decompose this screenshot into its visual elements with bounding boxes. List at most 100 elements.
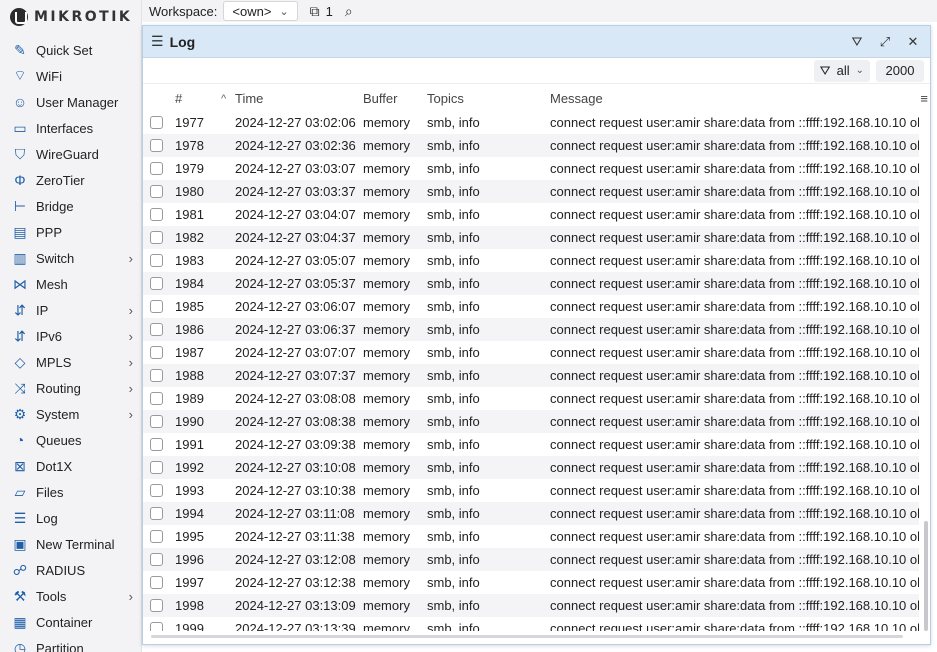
sidebar-item-user-manager[interactable]: ☺ User Manager xyxy=(0,89,141,115)
row-checkbox[interactable] xyxy=(150,254,163,267)
close-icon[interactable]: ✕ xyxy=(902,34,924,50)
sidebar-item-queues[interactable]: ◔ Queues xyxy=(0,427,141,453)
table-row[interactable]: 1996 2024-12-27 03:12:08 memory smb, info co… xyxy=(143,548,919,571)
window-count: 1 xyxy=(325,3,333,19)
table-row[interactable]: 1989 2024-12-27 03:08:08 memory smb, info co… xyxy=(143,387,919,410)
sidebar-item-ppp[interactable]: ▤ PPP xyxy=(0,219,141,245)
table-row[interactable]: 1984 2024-12-27 03:05:37 memory smb, info co… xyxy=(143,272,919,295)
tools-icon: ⚒ xyxy=(13,587,27,604)
row-checkbox[interactable] xyxy=(150,185,163,198)
column-header-time[interactable]: Time xyxy=(235,91,263,106)
filter-icon[interactable]: ⛛ xyxy=(846,34,868,50)
sidebar-item-new-terminal[interactable]: ▣ New Terminal xyxy=(0,531,141,557)
column-header-num[interactable]: # xyxy=(175,91,182,106)
table-row[interactable]: 1991 2024-12-27 03:09:38 memory smb, info co… xyxy=(143,433,919,456)
row-checkbox[interactable] xyxy=(150,530,163,543)
sidebar-item-container[interactable]: ▦ Container xyxy=(0,609,141,635)
sidebar-item-dot1x[interactable]: ⊠ Dot1X xyxy=(0,453,141,479)
log-window-titlebar[interactable]: ☰ Log ⛛ ⤢ ✕ xyxy=(143,26,930,58)
sidebar-item-mpls[interactable]: ◇ MPLS › xyxy=(0,349,141,375)
row-checkbox[interactable] xyxy=(150,116,163,129)
sidebar-item-wifi[interactable]: ⌔ WiFi xyxy=(0,63,141,89)
column-header-buffer[interactable]: Buffer xyxy=(363,91,397,106)
row-checkbox[interactable] xyxy=(150,323,163,336)
search-icon[interactable]: ⌕ xyxy=(345,3,353,20)
windows-icon[interactable]: ⧉ xyxy=(310,3,320,20)
row-checkbox[interactable] xyxy=(150,484,163,497)
row-checkbox[interactable] xyxy=(150,622,163,631)
topic-filter-select[interactable]: ⛛ all ⌄ xyxy=(813,59,870,82)
sidebar-item-log[interactable]: ☰ Log xyxy=(0,505,141,531)
sidebar-item-tools[interactable]: ⚒ Tools › xyxy=(0,583,141,609)
column-header-message[interactable]: Message xyxy=(550,91,603,106)
cell-topics: smb, info xyxy=(427,276,480,291)
row-checkbox[interactable] xyxy=(150,231,163,244)
cell-buffer: memory xyxy=(363,138,410,153)
table-row[interactable]: 1982 2024-12-27 03:04:37 memory smb, info co… xyxy=(143,226,919,249)
table-row[interactable]: 1997 2024-12-27 03:12:38 memory smb, info co… xyxy=(143,571,919,594)
cell-topics: smb, info xyxy=(427,621,480,631)
horizontal-scrollbar[interactable] xyxy=(151,635,903,638)
column-header-topics[interactable]: Topics xyxy=(427,91,464,106)
sidebar-item-radius[interactable]: ☍ RADIUS xyxy=(0,557,141,583)
table-row[interactable]: 1977 2024-12-27 03:02:06 memory smb, info co… xyxy=(143,111,919,134)
table-row[interactable]: 1995 2024-12-27 03:11:38 memory smb, info co… xyxy=(143,525,919,548)
sidebar-item-bridge[interactable]: ⊢ Bridge xyxy=(0,193,141,219)
row-checkbox[interactable] xyxy=(150,576,163,589)
row-checkbox[interactable] xyxy=(150,415,163,428)
workspace-select[interactable]: <own> ⌄ xyxy=(223,1,298,21)
table-row[interactable]: 1999 2024-12-27 03:13:39 memory smb, info co… xyxy=(143,617,919,631)
table-row[interactable]: 1990 2024-12-27 03:08:38 memory smb, info co… xyxy=(143,410,919,433)
sidebar-item-switch[interactable]: ▥ Switch › xyxy=(0,245,141,271)
column-menu-icon[interactable]: ≡ xyxy=(920,91,928,106)
table-row[interactable]: 1986 2024-12-27 03:06:37 memory smb, info co… xyxy=(143,318,919,341)
sidebar-item-ipv6[interactable]: ⇵ IPv6 › xyxy=(0,323,141,349)
sidebar-item-mesh[interactable]: ⋈ Mesh xyxy=(0,271,141,297)
row-checkbox[interactable] xyxy=(150,369,163,382)
row-checkbox[interactable] xyxy=(150,599,163,612)
cell-topics: smb, info xyxy=(427,184,480,199)
entry-count-field[interactable]: 2000 xyxy=(876,59,924,82)
sidebar-item-wireguard[interactable]: ⛉ WireGuard xyxy=(0,141,141,167)
table-row[interactable]: 1987 2024-12-27 03:07:07 memory smb, info co… xyxy=(143,341,919,364)
sidebar-item-interfaces[interactable]: ▭ Interfaces xyxy=(0,115,141,141)
row-checkbox[interactable] xyxy=(150,507,163,520)
sidebar-item-partition[interactable]: ◷ Partition xyxy=(0,635,141,652)
sidebar-item-files[interactable]: ▱ Files xyxy=(0,479,141,505)
cell-message: connect request user:amir share:data fro… xyxy=(550,437,919,452)
cell-num: 1996 xyxy=(175,552,204,567)
cell-message: connect request user:amir share:data fro… xyxy=(550,299,919,314)
row-checkbox[interactable] xyxy=(150,346,163,359)
row-checkbox[interactable] xyxy=(150,461,163,474)
table-row[interactable]: 1983 2024-12-27 03:05:07 memory smb, info co… xyxy=(143,249,919,272)
table-row[interactable]: 1998 2024-12-27 03:13:09 memory smb, info co… xyxy=(143,594,919,617)
sidebar-item-zerotier[interactable]: Φ ZeroTier xyxy=(0,167,141,193)
sidebar-item-quick-set[interactable]: ✎ Quick Set xyxy=(0,37,141,63)
row-checkbox[interactable] xyxy=(150,553,163,566)
table-row[interactable]: 1994 2024-12-27 03:11:08 memory smb, info co… xyxy=(143,502,919,525)
sidebar-item-ip[interactable]: ⇵ IP › xyxy=(0,297,141,323)
row-checkbox[interactable] xyxy=(150,277,163,290)
table-row[interactable]: 1992 2024-12-27 03:10:08 memory smb, info co… xyxy=(143,456,919,479)
cell-num: 1995 xyxy=(175,529,204,544)
expand-icon[interactable]: ⤢ xyxy=(874,34,896,50)
cell-message: connect request user:amir share:data fro… xyxy=(550,161,919,176)
sidebar-item-system[interactable]: ⚙ System › xyxy=(0,401,141,427)
cell-topics: smb, info xyxy=(427,575,480,590)
sidebar-item-routing[interactable]: ⤨ Routing › xyxy=(0,375,141,401)
row-checkbox[interactable] xyxy=(150,208,163,221)
row-checkbox[interactable] xyxy=(150,300,163,313)
row-checkbox[interactable] xyxy=(150,162,163,175)
row-checkbox[interactable] xyxy=(150,392,163,405)
table-row[interactable]: 1993 2024-12-27 03:10:38 memory smb, info co… xyxy=(143,479,919,502)
row-checkbox[interactable] xyxy=(150,139,163,152)
table-row[interactable]: 1979 2024-12-27 03:03:07 memory smb, info co… xyxy=(143,157,919,180)
table-row[interactable]: 1985 2024-12-27 03:06:07 memory smb, info co… xyxy=(143,295,919,318)
table-row[interactable]: 1978 2024-12-27 03:02:36 memory smb, info co… xyxy=(143,134,919,157)
cell-time: 2024-12-27 03:09:38 xyxy=(235,437,356,452)
row-checkbox[interactable] xyxy=(150,438,163,451)
table-row[interactable]: 1988 2024-12-27 03:07:37 memory smb, info co… xyxy=(143,364,919,387)
vertical-scrollbar[interactable] xyxy=(924,521,928,631)
table-row[interactable]: 1981 2024-12-27 03:04:07 memory smb, info co… xyxy=(143,203,919,226)
table-row[interactable]: 1980 2024-12-27 03:03:37 memory smb, info co… xyxy=(143,180,919,203)
